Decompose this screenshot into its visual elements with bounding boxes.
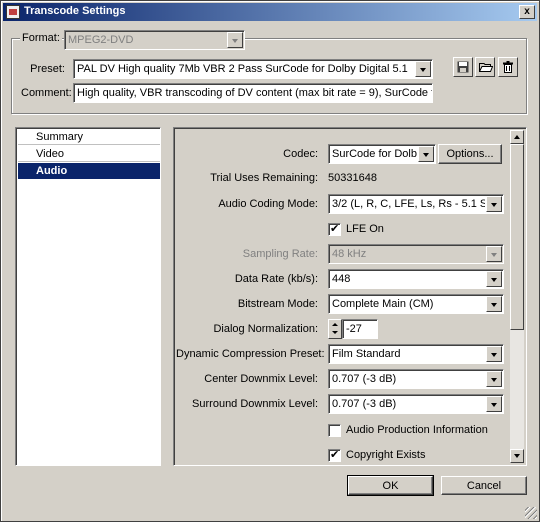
- bitstream-mode-value: Complete Main (CM): [332, 298, 434, 310]
- category-video[interactable]: Video: [18, 146, 160, 162]
- comment-label: Comment:: [21, 87, 72, 99]
- trial-uses-label: Trial Uses Remaining:: [210, 172, 318, 184]
- preset-dropdown[interactable]: PAL DV High quality 7Mb VBR 2 Pass SurCo…: [73, 59, 433, 79]
- audio-settings-panel: Codec: SurCode for Dolby Digital Options…: [173, 127, 527, 466]
- center-downmix-dropdown[interactable]: 0.707 (-3 dB): [328, 369, 504, 389]
- preset-value: PAL DV High quality 7Mb VBR 2 Pass SurCo…: [77, 63, 408, 75]
- surround-downmix-dropdown[interactable]: 0.707 (-3 dB): [328, 394, 504, 414]
- surround-downmix-value: 0.707 (-3 dB): [332, 398, 397, 410]
- chevron-down-icon[interactable]: [486, 371, 502, 387]
- audio-settings-content: Codec: SurCode for Dolby Digital Options…: [176, 130, 510, 463]
- panel-scrollbar[interactable]: [510, 130, 524, 463]
- close-button[interactable]: x: [519, 5, 535, 19]
- codec-value: SurCode for Dolby Digital: [332, 148, 417, 160]
- window-title: Transcode Settings: [24, 5, 126, 17]
- preset-label: Preset:: [30, 63, 65, 75]
- format-dropdown: MPEG2-DVD: [64, 30, 245, 50]
- open-preset-button[interactable]: [475, 57, 495, 77]
- cancel-button[interactable]: Cancel: [441, 476, 527, 495]
- audio-coding-mode-dropdown[interactable]: 3/2 (L, R, C, LFE, Ls, Rs - 5.1 Surround…: [328, 194, 504, 214]
- lfe-checkbox[interactable]: [328, 222, 341, 236]
- copyright-exists-checkbox[interactable]: [328, 448, 341, 462]
- delete-icon: [503, 61, 513, 73]
- data-rate-label: Data Rate (kb/s):: [234, 273, 318, 285]
- transcode-settings-window: Transcode Settings x Format: MPEG2-DVD P…: [0, 0, 540, 522]
- bitstream-mode-dropdown[interactable]: Complete Main (CM): [328, 294, 504, 314]
- dynamic-compression-label: Dynamic Compression Preset:: [176, 348, 325, 360]
- save-icon: [457, 61, 469, 73]
- dialog-normalization-spinner[interactable]: [328, 319, 342, 339]
- chevron-down-icon[interactable]: [486, 271, 502, 287]
- comment-field[interactable]: High quality, VBR transcoding of DV cont…: [73, 83, 433, 103]
- chevron-down-icon[interactable]: [415, 61, 431, 77]
- title-bar[interactable]: Transcode Settings x: [3, 3, 537, 21]
- scroll-down-icon[interactable]: [510, 449, 524, 463]
- category-list: Summary Video Audio: [15, 127, 161, 466]
- codec-options-button[interactable]: Options...: [438, 144, 502, 164]
- dynamic-compression-value: Film Standard: [332, 348, 401, 360]
- dialog-normalization-field[interactable]: -27: [342, 319, 378, 339]
- copyright-exists-label: Copyright Exists: [346, 449, 426, 461]
- sampling-rate-dropdown: 48 kHz: [328, 244, 504, 264]
- audio-coding-mode-value: 3/2 (L, R, C, LFE, Ls, Rs - 5.1 Surround…: [332, 198, 485, 210]
- sampling-rate-value: 48 kHz: [332, 248, 367, 260]
- chevron-down-icon[interactable]: [486, 396, 502, 412]
- chevron-down-icon: [486, 246, 502, 262]
- bitstream-mode-label: Bitstream Mode:: [237, 298, 318, 310]
- chevron-down-icon: [227, 32, 243, 48]
- chevron-down-icon[interactable]: [486, 196, 502, 212]
- category-summary[interactable]: Summary: [18, 129, 160, 145]
- audio-production-info-label: Audio Production Information: [346, 424, 488, 436]
- codec-dropdown[interactable]: SurCode for Dolby Digital: [328, 144, 436, 164]
- app-icon: [6, 5, 20, 19]
- chevron-down-icon[interactable]: [486, 296, 502, 312]
- scroll-up-icon[interactable]: [510, 130, 524, 144]
- center-downmix-value: 0.707 (-3 dB): [332, 373, 397, 385]
- dialog-normalization-label: Dialog Normalization:: [213, 323, 318, 335]
- center-downmix-label: Center Downmix Level:: [204, 373, 318, 385]
- audio-coding-mode-label: Audio Coding Mode:: [218, 198, 318, 210]
- format-value: MPEG2-DVD: [68, 34, 134, 46]
- dynamic-compression-dropdown[interactable]: Film Standard: [328, 344, 504, 364]
- lfe-label: LFE On: [346, 223, 384, 235]
- surround-downmix-label: Surround Downmix Level:: [192, 398, 318, 410]
- scroll-thumb[interactable]: [510, 144, 524, 330]
- data-rate-dropdown[interactable]: 448: [328, 269, 504, 289]
- category-audio[interactable]: Audio: [18, 163, 160, 179]
- ok-button[interactable]: OK: [347, 475, 434, 496]
- chevron-down-icon[interactable]: [418, 146, 434, 162]
- trial-uses-value: 50331648: [328, 172, 377, 184]
- save-preset-button[interactable]: [453, 57, 473, 77]
- format-label: Format:: [20, 32, 62, 44]
- chevron-down-icon[interactable]: [486, 346, 502, 362]
- audio-production-info-checkbox[interactable]: [328, 424, 341, 437]
- sampling-rate-label: Sampling Rate:: [242, 248, 318, 260]
- data-rate-value: 448: [332, 273, 351, 285]
- delete-preset-button[interactable]: [498, 57, 518, 77]
- resize-grip-icon[interactable]: [525, 507, 537, 519]
- codec-label: Codec:: [283, 148, 318, 160]
- open-folder-icon: [479, 63, 493, 72]
